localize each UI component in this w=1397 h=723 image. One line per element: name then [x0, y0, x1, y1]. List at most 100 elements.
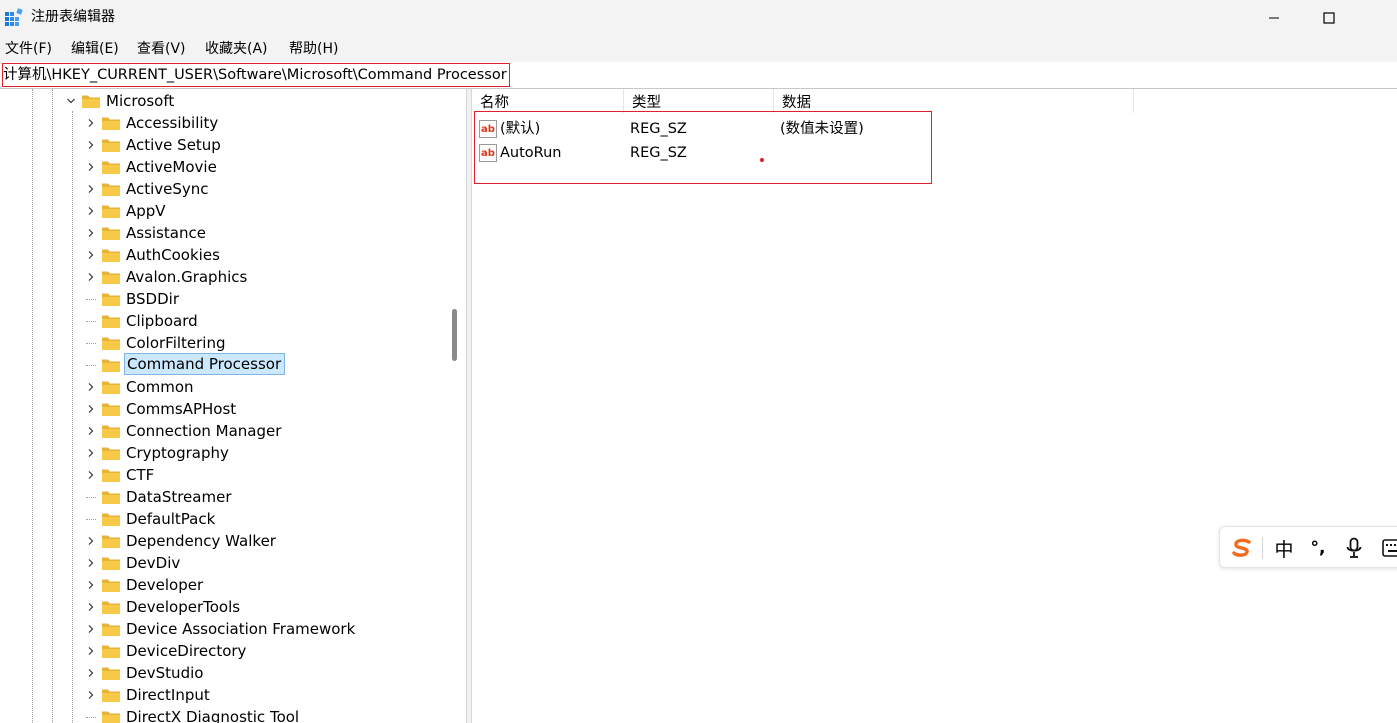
folder-icon — [102, 535, 120, 548]
tree-node[interactable]: Assistance — [0, 222, 440, 244]
menu-favorites[interactable]: 收藏夹(A) — [205, 40, 268, 58]
tree-node-label: ColorFiltering — [126, 334, 226, 352]
address-bar: 计算机\HKEY_CURRENT_USER\Software\Microsoft… — [0, 62, 1397, 89]
chevron-right-icon[interactable] — [86, 442, 96, 464]
folder-icon — [102, 667, 120, 680]
tree-node-label: Device Association Framework — [126, 620, 356, 638]
chevron-right-icon[interactable] — [86, 662, 96, 684]
chevron-right-icon[interactable] — [86, 640, 96, 662]
column-header-data[interactable]: 数据 — [774, 89, 1134, 113]
folder-icon — [82, 95, 100, 108]
tree-node-label: ActiveMovie — [126, 158, 217, 176]
chevron-right-icon[interactable] — [86, 134, 96, 156]
folder-icon — [102, 645, 120, 658]
tree-node[interactable]: DirectInput — [0, 684, 440, 706]
tree-scrollbar-thumb[interactable] — [452, 309, 457, 361]
tree-node[interactable]: CommsAPHost — [0, 398, 440, 420]
folder-icon — [102, 711, 120, 723]
menu-help[interactable]: 帮助(H) — [289, 40, 338, 58]
ime-mode-toggle[interactable]: 中 — [1268, 527, 1300, 569]
tree-node-label: DefaultPack — [126, 510, 216, 528]
tree-node[interactable]: Active Setup — [0, 134, 440, 156]
folder-icon — [102, 381, 120, 394]
tree-node[interactable]: ColorFiltering — [0, 332, 440, 354]
column-header-type[interactable]: 类型 — [624, 89, 774, 113]
ime-punctuation-toggle[interactable]: °, — [1304, 527, 1332, 569]
folder-icon — [102, 183, 120, 196]
folder-icon — [102, 689, 120, 702]
chevron-right-icon[interactable] — [86, 112, 96, 134]
ime-toolbar: 中 °, — [1219, 526, 1397, 568]
tree-node[interactable]: Developer — [0, 574, 440, 596]
tree-node[interactable]: CTF — [0, 464, 440, 486]
chevron-right-icon[interactable] — [86, 200, 96, 222]
sogou-s-icon — [1232, 538, 1251, 557]
folder-icon — [102, 359, 120, 372]
tree-node[interactable]: DataStreamer — [0, 486, 440, 508]
chevron-right-icon[interactable] — [86, 618, 96, 640]
ime-voice-button[interactable] — [1338, 527, 1370, 569]
chevron-right-icon[interactable] — [86, 222, 96, 244]
tree-node[interactable]: ActiveMovie — [0, 156, 440, 178]
tree-node[interactable]: Accessibility — [0, 112, 440, 134]
tree-node[interactable]: Avalon.Graphics — [0, 266, 440, 288]
chevron-right-icon[interactable] — [86, 244, 96, 266]
chevron-right-icon[interactable] — [86, 684, 96, 706]
folder-icon — [102, 205, 120, 218]
tree-node[interactable]: Common — [0, 376, 440, 398]
tree-node[interactable]: AppV — [0, 200, 440, 222]
tree-node[interactable]: DirectX Diagnostic Tool — [0, 706, 440, 723]
tree-node-label: ActiveSync — [126, 180, 209, 198]
tree-node-label: DirectInput — [126, 686, 210, 704]
minimize-button[interactable] — [1251, 0, 1297, 36]
chevron-right-icon[interactable] — [86, 178, 96, 200]
tree-node[interactable]: AuthCookies — [0, 244, 440, 266]
folder-icon — [102, 447, 120, 460]
tree-node-label: Developer — [126, 576, 204, 594]
folder-icon — [102, 623, 120, 636]
tree-node-microsoft[interactable]: Microsoft — [0, 90, 440, 112]
tree-node[interactable]: Dependency Walker — [0, 530, 440, 552]
maximize-button[interactable] — [1306, 0, 1352, 36]
tree-node-selected[interactable]: Command Processor — [0, 353, 440, 376]
tree-node[interactable]: DeviceDirectory — [0, 640, 440, 662]
menu-file[interactable]: 文件(F) — [5, 40, 52, 58]
tree-node[interactable]: Device Association Framework — [0, 618, 440, 640]
menu-edit[interactable]: 编辑(E) — [71, 40, 119, 58]
tree-node[interactable]: DefaultPack — [0, 508, 440, 530]
chevron-right-icon[interactable] — [86, 156, 96, 178]
address-path-input[interactable]: 计算机\HKEY_CURRENT_USER\Software\Microsoft… — [2, 63, 510, 87]
tree-connector — [86, 343, 96, 344]
column-header-name[interactable]: 名称 — [472, 89, 624, 113]
chevron-right-icon[interactable] — [86, 552, 96, 574]
chevron-right-icon[interactable] — [86, 464, 96, 486]
tree-node[interactable]: Cryptography — [0, 442, 440, 464]
chevron-right-icon[interactable] — [86, 596, 96, 618]
chevron-right-icon[interactable] — [86, 420, 96, 442]
sogou-logo-icon[interactable] — [1226, 527, 1258, 569]
tree-node[interactable]: DeveloperTools — [0, 596, 440, 618]
folder-icon — [102, 403, 120, 416]
tree-node[interactable]: ActiveSync — [0, 178, 440, 200]
tree-node[interactable]: BSDDir — [0, 288, 440, 310]
chevron-right-icon[interactable] — [86, 530, 96, 552]
tree-node[interactable]: DevDiv — [0, 552, 440, 574]
tree-node[interactable]: Connection Manager — [0, 420, 440, 442]
chevron-right-icon[interactable] — [86, 266, 96, 288]
tree-node-label: Accessibility — [126, 114, 219, 132]
tree-node-label: DeveloperTools — [126, 598, 241, 616]
key-tree[interactable]: Microsoft Accessibility Active Setup Active… — [0, 89, 466, 723]
chevron-right-icon[interactable] — [86, 398, 96, 420]
tree-node-label: DirectX Diagnostic Tool — [126, 708, 300, 723]
folder-icon — [102, 271, 120, 284]
ime-keyboard-button[interactable] — [1378, 527, 1397, 569]
menu-view[interactable]: 查看(V) — [137, 40, 186, 58]
chevron-down-icon[interactable] — [66, 90, 76, 112]
values-list[interactable]: 名称 类型 数据 ab (默认) REG_SZ (数值未设置) ab AutoR… — [472, 89, 1397, 723]
chevron-right-icon[interactable] — [86, 376, 96, 398]
tree-node[interactable]: DevStudio — [0, 662, 440, 684]
keyboard-icon — [1382, 539, 1397, 557]
chevron-right-icon[interactable] — [86, 574, 96, 596]
tree-node[interactable]: Clipboard — [0, 310, 440, 332]
tree-node-label: Dependency Walker — [126, 532, 276, 550]
